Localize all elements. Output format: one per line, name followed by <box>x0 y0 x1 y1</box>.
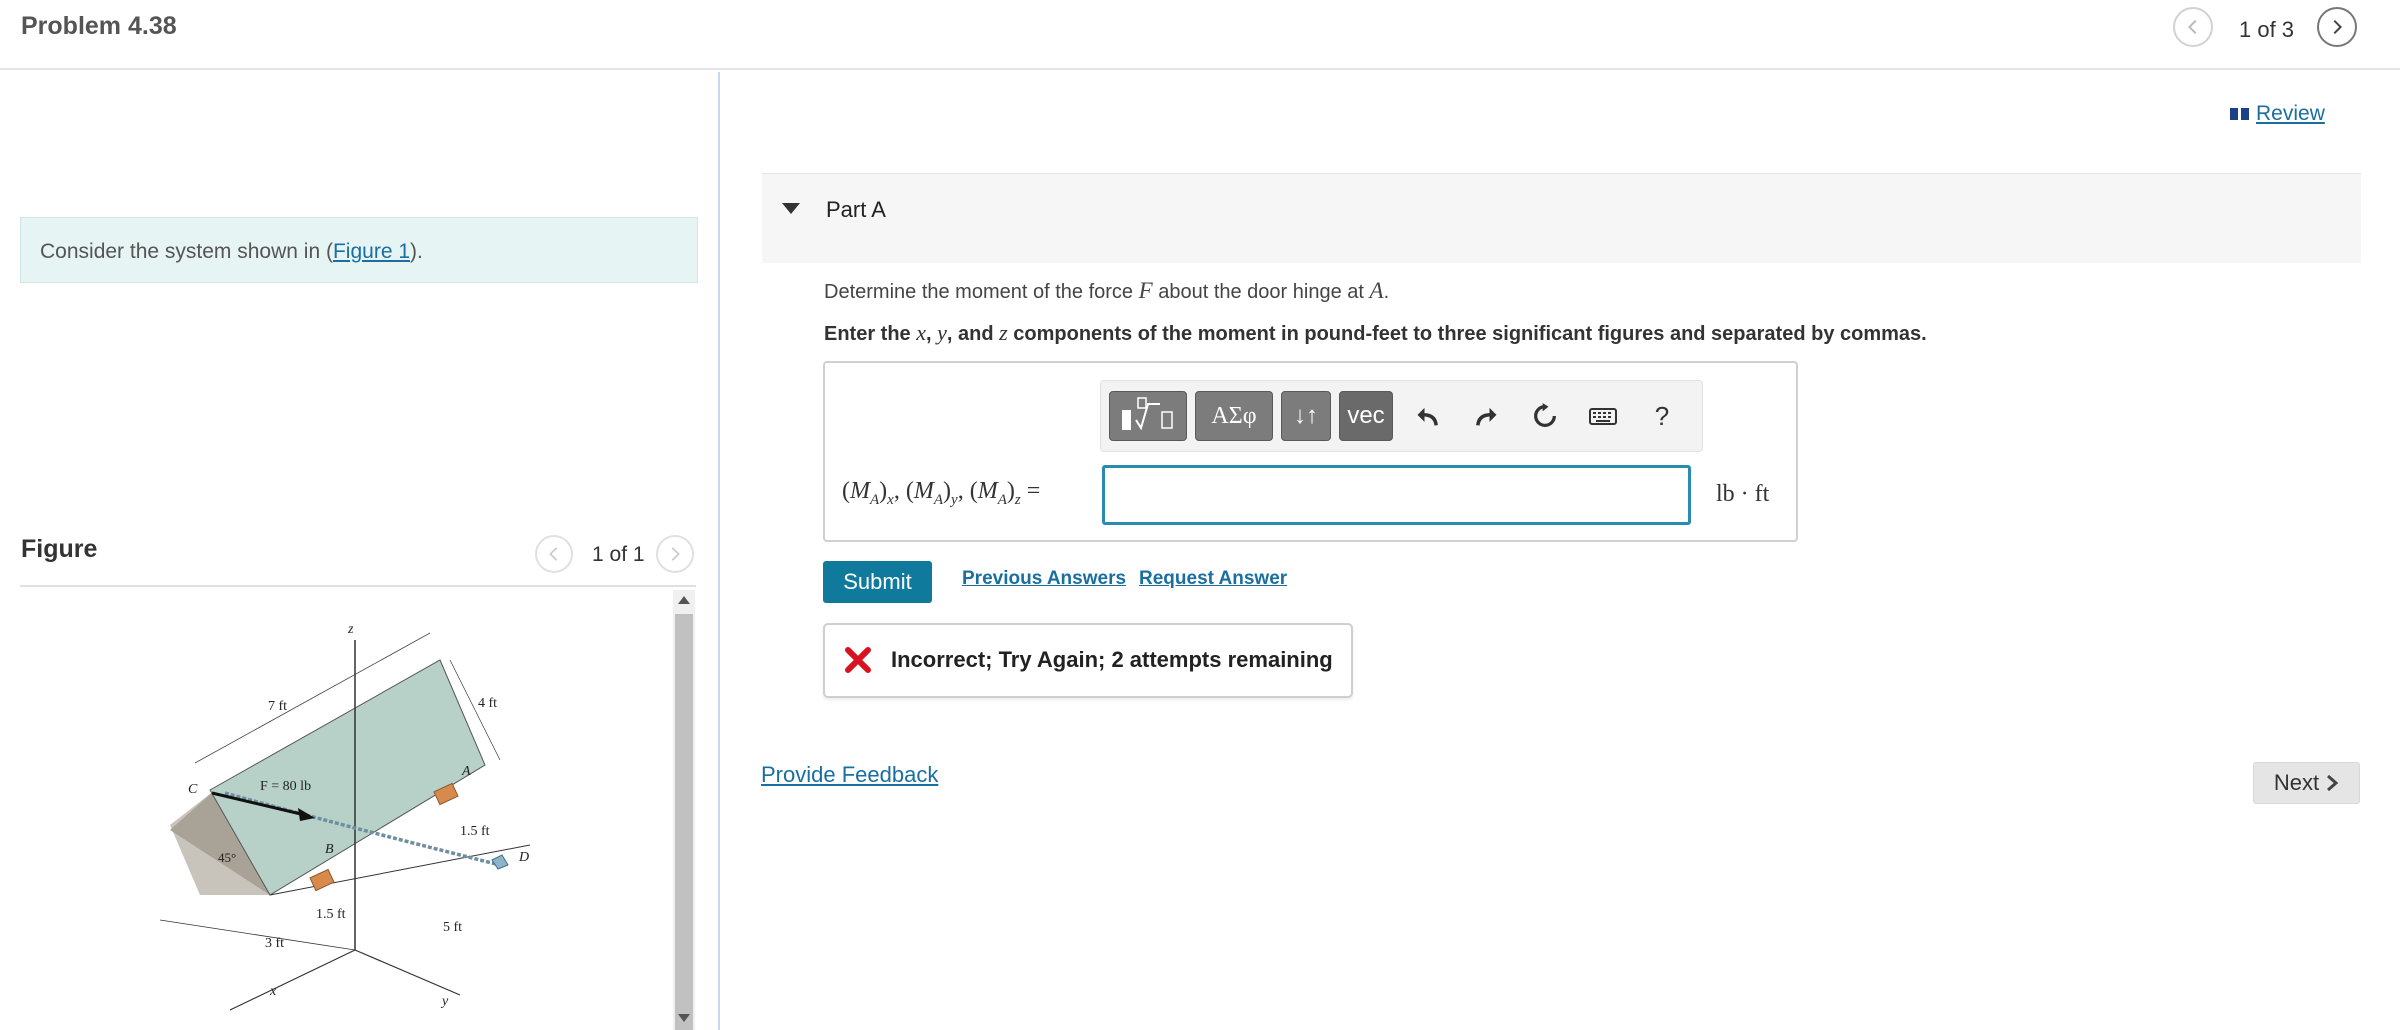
instruction-part-1: Enter the <box>824 323 917 345</box>
problem-title: Problem 4.38 <box>21 12 177 40</box>
redo-button[interactable] <box>1468 398 1504 434</box>
dim-line-3ft <box>159 919 356 951</box>
figure-link[interactable]: Figure 1 <box>333 240 410 263</box>
book-icon <box>2230 108 2249 120</box>
chevron-right-icon <box>2333 19 2343 35</box>
keyboard-icon <box>1589 408 1617 425</box>
door-panel <box>209 659 486 896</box>
x-axis <box>229 949 356 1011</box>
label-1-5ft-b: 1.5 ft <box>316 907 346 922</box>
label-b: B <box>325 842 334 857</box>
hinge-b <box>309 868 335 892</box>
next-button[interactable]: Next <box>2253 762 2360 804</box>
scroll-up-icon[interactable] <box>676 594 692 606</box>
instruction-var-x: x <box>916 320 927 345</box>
undo-button[interactable] <box>1410 398 1446 434</box>
figure-scrollbar-thumb[interactable] <box>675 614 693 1030</box>
label-y: y <box>440 994 449 1009</box>
problem-pager-count: 1 of 3 <box>2239 17 2295 42</box>
previous-answers-link[interactable]: Previous Answers <box>962 568 1126 590</box>
feedback-text: Incorrect; Try Again; 2 attempts remaini… <box>891 647 1333 672</box>
review-link[interactable]: Review <box>2230 102 2325 126</box>
label-1-5ft-a: 1.5 ft <box>460 824 490 839</box>
next-figure-button[interactable] <box>656 535 694 573</box>
answer-input[interactable] <box>1102 465 1691 525</box>
label-d: D <box>518 850 529 865</box>
label-angle: 45° <box>218 850 236 865</box>
collapse-caret-icon[interactable] <box>782 203 800 214</box>
submit-button[interactable]: Submit <box>823 561 932 603</box>
pane-divider[interactable] <box>718 72 720 1030</box>
label-5ft: 5 ft <box>443 920 462 935</box>
label-3ft: 3 ft <box>265 936 284 951</box>
consider-suffix: ). <box>410 240 423 263</box>
y-axis <box>354 949 461 996</box>
previous-problem-button[interactable] <box>2173 7 2213 47</box>
instruction-part-2: , <box>926 323 938 345</box>
question-prefix: Determine the moment of the force <box>824 281 1139 303</box>
label-c: C <box>188 782 198 797</box>
question-text: Determine the moment of the force F abou… <box>824 278 1389 304</box>
vector-button[interactable]: vec <box>1339 391 1393 441</box>
instruction-part-4: components of the moment in pound-feet t… <box>1007 323 1927 345</box>
question-var-f: F <box>1138 278 1153 303</box>
instruction-part-3: , and <box>946 323 1000 345</box>
figure-diagram: z 7 ft 4 ft C F = 80 lb A B 1.5 ft D 45°… <box>159 622 531 1011</box>
provide-feedback-link[interactable]: Provide Feedback <box>761 762 938 788</box>
label-4ft: 4 ft <box>478 696 497 711</box>
question-var-a: A <box>1369 278 1384 303</box>
incorrect-x-icon <box>845 647 871 673</box>
previous-figure-button[interactable] <box>535 535 573 573</box>
question-suffix: . <box>1383 281 1390 303</box>
chevron-right-icon <box>671 547 680 561</box>
figure-pager-count: 1 of 1 <box>592 543 645 566</box>
figure-divider <box>20 585 696 587</box>
reset-icon <box>1534 403 1556 427</box>
help-button[interactable]: ? <box>1644 398 1680 434</box>
question-mid: about the door hinge at <box>1152 281 1370 303</box>
label-7ft: 7 ft <box>268 699 287 714</box>
figure-heading: Figure <box>21 535 98 563</box>
instruction-var-z: z <box>999 320 1008 345</box>
chevron-left-icon <box>549 547 558 561</box>
scroll-down-icon[interactable] <box>676 1012 692 1024</box>
anchor-d <box>491 854 509 870</box>
label-force: F = 80 lb <box>260 779 311 794</box>
top-bar <box>0 0 2400 70</box>
label-z: z <box>347 622 354 637</box>
consider-prefix: Consider the system shown in ( <box>40 240 333 263</box>
label-x: x <box>269 984 277 999</box>
next-problem-button[interactable] <box>2317 7 2357 47</box>
request-answer-link[interactable]: Request Answer <box>1139 568 1287 590</box>
instruction-text: Enter the x, y, and z components of the … <box>824 320 1927 346</box>
chevron-right-icon <box>2327 774 2339 792</box>
review-label: Review <box>2256 102 2325 125</box>
next-label: Next <box>2273 770 2320 795</box>
subscript-superscript-button[interactable]: ↓↑ <box>1281 391 1331 441</box>
templates-button[interactable] <box>1109 391 1187 441</box>
answer-label: (MA)x, (MA)y, (MA)z = <box>842 478 1041 508</box>
part-a-title: Part A <box>826 197 886 222</box>
redo-icon <box>1476 407 1497 426</box>
greek-symbols-button[interactable]: ΑΣφ <box>1195 391 1273 441</box>
chevron-left-icon <box>2187 19 2197 35</box>
unit-label: lb · ft <box>1716 481 1770 507</box>
reset-button[interactable] <box>1527 398 1563 434</box>
keyboard-button[interactable] <box>1585 398 1621 434</box>
undo-icon <box>1417 407 1438 426</box>
consider-text: Consider the system shown in (Figure 1). <box>40 240 423 264</box>
instruction-var-y: y <box>937 320 947 345</box>
part-a-header[interactable] <box>762 173 2361 263</box>
radical-template-icon <box>1122 397 1173 431</box>
label-a: A <box>461 764 471 779</box>
